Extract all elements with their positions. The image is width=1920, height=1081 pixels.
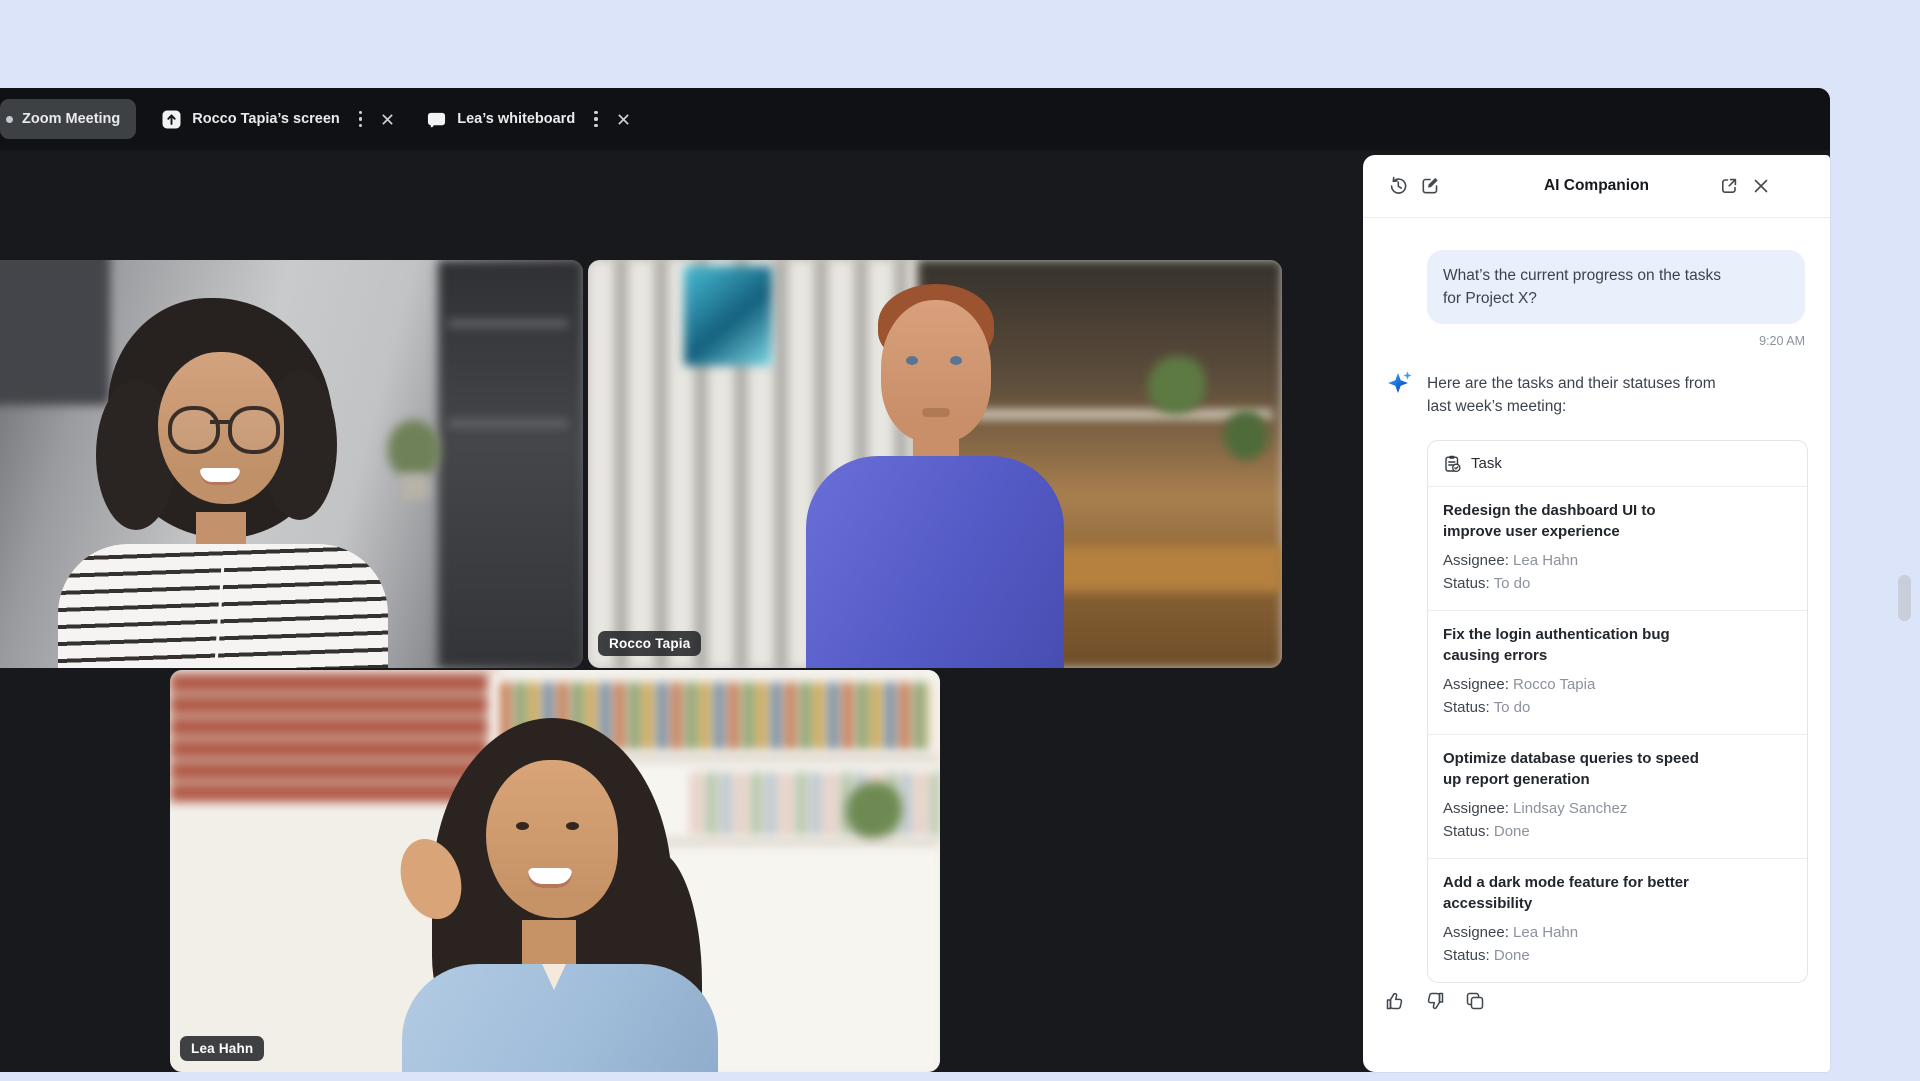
feedback-actions xyxy=(1383,989,1487,1013)
tab-close-icon[interactable] xyxy=(378,110,397,129)
video-tile-lindsay-sanchez[interactable]: ez xyxy=(0,260,583,668)
denim-shirt xyxy=(402,964,718,1072)
face xyxy=(486,760,618,918)
tab-close-icon[interactable] xyxy=(614,110,633,129)
task-card-title: Task xyxy=(1471,455,1502,472)
smile xyxy=(200,468,240,485)
shelf-line xyxy=(448,420,568,427)
tab-lea-whiteboard[interactable]: Lea’s whiteboard xyxy=(427,99,575,139)
eye xyxy=(566,822,579,830)
tab-options-menu-icon[interactable] xyxy=(590,107,602,132)
neck xyxy=(522,920,576,966)
teal-wall-art xyxy=(684,266,772,366)
glasses-bridge xyxy=(210,420,230,424)
tab-label: Lea’s whiteboard xyxy=(457,111,575,127)
shelf-line xyxy=(448,320,568,327)
user-message-bubble: What’s the current progress on the tasks… xyxy=(1427,250,1805,324)
task-card-header: Task xyxy=(1428,441,1807,487)
task-row: Fix the login authentication bug causing… xyxy=(1428,610,1807,734)
tab-rocco-screen[interactable]: Rocco Tapia’s screen xyxy=(162,99,339,139)
plant xyxy=(1148,356,1206,414)
thumbs-down-icon[interactable] xyxy=(1423,989,1447,1013)
task-status-line: Status: To do xyxy=(1443,572,1792,595)
message-timestamp: 9:20 AM xyxy=(1759,334,1805,348)
screen-share-icon xyxy=(162,110,181,129)
task-clipboard-icon xyxy=(1443,454,1462,473)
participant-name-rocco-tapia: Rocco Tapia xyxy=(598,631,701,656)
task-title: Redesign the dashboard UI to improve use… xyxy=(1443,500,1792,542)
plant xyxy=(388,420,440,476)
ai-panel-header: AI Companion xyxy=(1363,155,1830,218)
ai-companion-panel: AI Companion What’s the current p xyxy=(1363,155,1830,1072)
task-assignee-line: Assignee: Rocco Tapia xyxy=(1443,673,1792,696)
glasses-right-lens xyxy=(228,406,280,454)
task-title: Fix the login authentication bug causing… xyxy=(1443,624,1792,666)
video-tile-rocco-tapia[interactable]: Rocco Tapia xyxy=(588,260,1282,668)
thumbs-up-icon[interactable] xyxy=(1383,989,1407,1013)
smile xyxy=(528,868,572,888)
eye xyxy=(950,356,962,365)
plant xyxy=(846,782,902,838)
task-status-line: Status: To do xyxy=(1443,696,1792,719)
plant xyxy=(1224,410,1268,460)
mouth xyxy=(922,408,950,417)
book-row xyxy=(690,772,940,836)
task-title: Add a dark mode feature for better acces… xyxy=(1443,872,1792,914)
task-row: Redesign the dashboard UI to improve use… xyxy=(1428,487,1807,610)
task-row: Optimize database queries to speed up re… xyxy=(1428,734,1807,858)
tab-label: Zoom Meeting xyxy=(22,111,120,127)
pop-out-icon[interactable] xyxy=(1718,175,1740,197)
task-status-line: Status: Done xyxy=(1443,944,1792,967)
brick-wall xyxy=(170,670,500,802)
plant-pot xyxy=(400,474,428,500)
new-chat-icon[interactable] xyxy=(1419,175,1441,197)
face xyxy=(881,300,991,442)
blue-shirt xyxy=(806,456,1064,668)
eye xyxy=(906,356,918,365)
video-tile-lea-hahn[interactable]: Lea Hahn xyxy=(170,670,940,1072)
task-card: Task Redesign the dashboard UI to improv… xyxy=(1427,440,1808,983)
task-assignee-line: Assignee: Lindsay Sanchez xyxy=(1443,797,1792,820)
task-assignee-line: Assignee: Lea Hahn xyxy=(1443,921,1792,944)
history-icon[interactable] xyxy=(1387,175,1409,197)
tab-zoom-meeting[interactable]: Zoom Meeting xyxy=(0,99,136,139)
whiteboard-icon xyxy=(427,110,446,129)
wall-frame xyxy=(0,260,110,405)
glasses-left-lens xyxy=(168,406,220,454)
task-assignee-line: Assignee: Lea Hahn xyxy=(1443,549,1792,572)
task-status-line: Status: Done xyxy=(1443,820,1792,843)
tab-label: Rocco Tapia’s screen xyxy=(192,111,339,127)
task-row: Add a dark mode feature for better acces… xyxy=(1428,858,1807,982)
ai-response-text: Here are the tasks and their statuses fr… xyxy=(1427,372,1812,418)
task-title: Optimize database queries to speed up re… xyxy=(1443,748,1792,790)
tab-bar: Zoom Meeting Rocco Tapia’s screen Lea’s … xyxy=(0,88,1830,150)
ai-companion-sparkle-icon xyxy=(1386,370,1413,397)
copy-icon[interactable] xyxy=(1463,989,1487,1013)
meeting-tab-icon xyxy=(6,116,13,123)
tab-options-menu-icon[interactable] xyxy=(355,107,367,132)
close-icon[interactable] xyxy=(1750,175,1772,197)
desktop-scrollbar-thumb[interactable] xyxy=(1898,575,1911,621)
task-list: Redesign the dashboard UI to improve use… xyxy=(1428,487,1807,982)
eye xyxy=(516,822,529,830)
participant-name-lea-hahn: Lea Hahn xyxy=(180,1036,264,1061)
